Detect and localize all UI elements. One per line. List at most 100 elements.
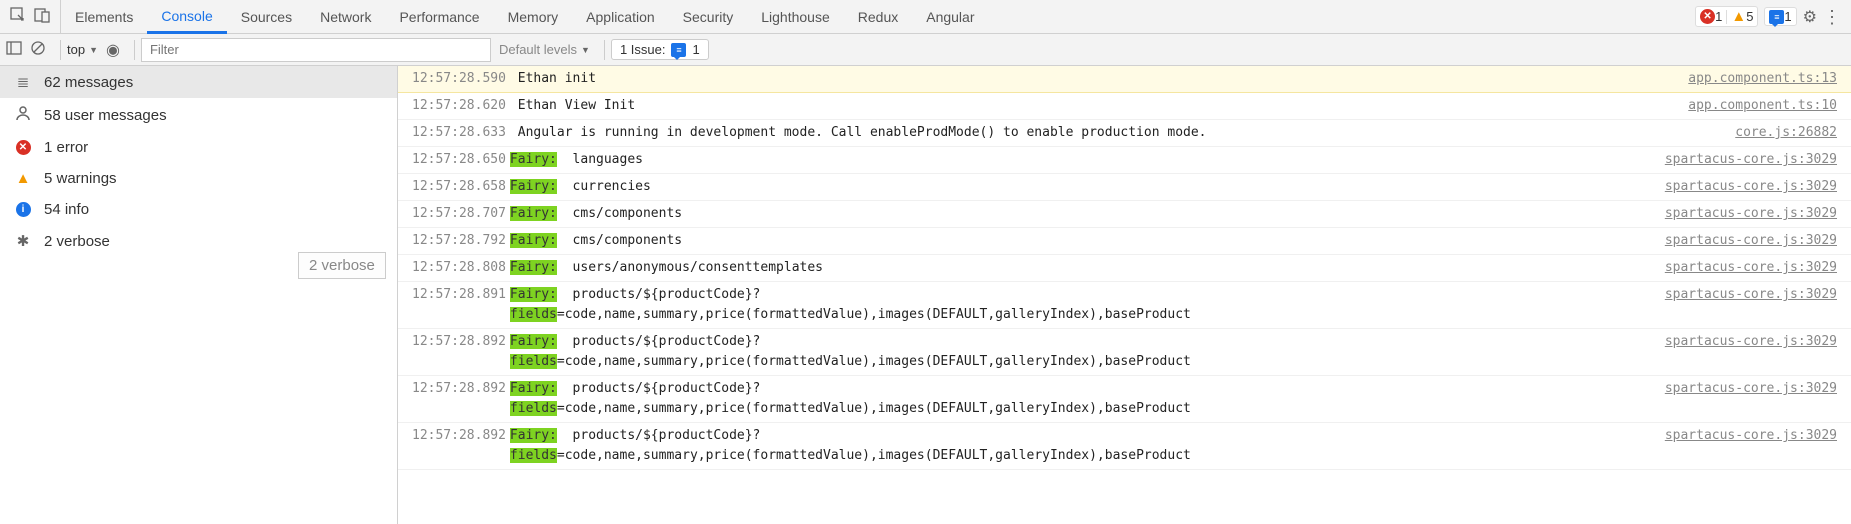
sidebar-toggle-icon[interactable] [6, 40, 22, 59]
log-message: currencies [557, 179, 651, 194]
log-row[interactable]: 12:57:28.620 Ethan View Initapp.componen… [398, 93, 1851, 120]
log-message: =code,name,summary,price(formattedValue)… [557, 401, 1191, 416]
log-message: Ethan init [510, 69, 596, 89]
log-row[interactable]: 12:57:28.650Fairy: languagesspartacus-co… [398, 147, 1851, 174]
log-row[interactable]: 12:57:28.892Fairy: products/${productCod… [398, 329, 1851, 376]
device-toggle-icon[interactable] [34, 7, 50, 26]
message-icon: ≡ [671, 43, 686, 57]
fairy-tag: Fairy: [510, 260, 557, 275]
log-source-link[interactable]: spartacus-core.js:3029 [1645, 379, 1837, 399]
circle-err: ✕ [14, 140, 32, 155]
log-source-link[interactable]: spartacus-core.js:3029 [1645, 177, 1837, 197]
warning-count: 5 [1746, 9, 1753, 24]
log-timestamp: 12:57:28.892 [412, 426, 506, 446]
tab-angular[interactable]: Angular [912, 0, 988, 33]
log-timestamp: 12:57:28.808 [412, 258, 506, 278]
log-timestamp: 12:57:28.707 [412, 204, 506, 224]
log-message: =code,name,summary,price(formattedValue)… [557, 448, 1191, 463]
log-row[interactable]: 12:57:28.658Fairy: currenciesspartacus-c… [398, 174, 1851, 201]
separator [604, 40, 605, 60]
fairy-tag: Fairy: [510, 287, 557, 302]
messages-badge[interactable]: ≡ 1 [1764, 7, 1796, 26]
error-warning-badge[interactable]: ✕ 1 ▲ 5 [1695, 6, 1758, 27]
topbar-left-icons [0, 0, 61, 33]
tab-lighthouse[interactable]: Lighthouse [747, 0, 844, 33]
log-message: Ethan View Init [510, 96, 635, 116]
log-source-link[interactable]: spartacus-core.js:3029 [1645, 285, 1837, 305]
tab-sources[interactable]: Sources [227, 0, 306, 33]
log-row[interactable]: 12:57:28.707Fairy: cms/componentsspartac… [398, 201, 1851, 228]
settings-icon[interactable]: ⚙ [1803, 7, 1817, 27]
log-source-link[interactable]: app.component.ts:10 [1668, 96, 1837, 116]
log-row[interactable]: 12:57:28.792 Fairy: cms/components spartac… [398, 228, 1851, 255]
fairy-tag: Fairy: [510, 233, 557, 248]
log-row[interactable]: 12:57:28.633 Angular is running in devel… [398, 120, 1851, 147]
issues-pill[interactable]: 1 Issue: ≡ 1 [611, 39, 709, 60]
log-source-link[interactable]: spartacus-core.js:3029 [1645, 332, 1837, 352]
fairy-fields: fields [510, 448, 557, 463]
clear-console-icon[interactable] [30, 40, 46, 59]
fairy-tag: Fairy: [510, 152, 557, 167]
log-source-link[interactable]: spartacus-core.js:3029 [1645, 204, 1837, 224]
warning-icon: ▲ [1731, 8, 1746, 25]
console-toolbar: top ▼ ◉ Default levels ▼ 1 Issue: ≡ 1 [0, 34, 1851, 66]
log-source-link[interactable]: app.component.ts:13 [1668, 69, 1837, 89]
sidebar-row-label: 1 error [44, 139, 88, 156]
bug: ✱ [14, 232, 32, 250]
filter-input[interactable] [141, 38, 491, 62]
tab-redux[interactable]: Redux [844, 0, 912, 33]
circle-info: i [14, 202, 32, 217]
log-message: cms/components [557, 233, 682, 248]
log-source-link[interactable]: spartacus-core.js:3029 [1645, 231, 1837, 251]
fairy-tag: Fairy: [510, 179, 557, 194]
log-row[interactable]: 12:57:28.590 Ethan init app.component.ts:… [398, 66, 1851, 93]
list-icon: ≣ [14, 73, 32, 91]
sidebar-row-label: 58 user messages [44, 107, 167, 124]
log-source-link[interactable]: core.js:26882 [1715, 123, 1837, 143]
log-source-link[interactable]: spartacus-core.js:3029 [1645, 150, 1837, 170]
log-row[interactable]: 12:57:28.808Fairy: users/anonymous/conse… [398, 255, 1851, 282]
levels-label: Default levels [499, 42, 577, 57]
messages-count: 1 [1784, 9, 1791, 24]
sidebar-row[interactable]: 58 user messages [0, 98, 397, 132]
fairy-tag: Fairy: [510, 428, 557, 443]
console-log-area[interactable]: 12:57:28.590 Ethan init app.component.ts:… [398, 66, 1851, 524]
tab-network[interactable]: Network [306, 0, 385, 33]
log-levels-selector[interactable]: Default levels ▼ [499, 42, 590, 57]
log-message: products/${productCode}? [557, 381, 761, 396]
log-message: cms/components [557, 206, 682, 221]
chevron-down-icon: ▼ [581, 45, 590, 55]
fairy-tag: Fairy: [510, 381, 557, 396]
chevron-down-icon: ▼ [89, 45, 98, 55]
log-row[interactable]: 12:57:28.892Fairy: products/${productCod… [398, 423, 1851, 470]
context-selector[interactable]: top ▼ [67, 42, 98, 57]
tab-security[interactable]: Security [669, 0, 748, 33]
log-source-link[interactable]: spartacus-core.js:3029 [1645, 426, 1837, 446]
tab-console[interactable]: Console [147, 0, 226, 34]
log-timestamp: 12:57:28.792 [412, 231, 506, 251]
log-row[interactable]: 12:57:28.891Fairy: products/${productCod… [398, 282, 1851, 329]
tab-memory[interactable]: Memory [494, 0, 573, 33]
sidebar-row[interactable]: ≣62 messages [0, 66, 397, 98]
issues-count: 1 [692, 42, 699, 57]
error-count: 1 [1715, 9, 1722, 24]
tab-application[interactable]: Application [572, 0, 669, 33]
log-timestamp: 12:57:28.650 [412, 150, 506, 170]
log-timestamp: 12:57:28.892 [412, 332, 506, 352]
tab-elements[interactable]: Elements [61, 0, 147, 33]
sidebar-row-label: 54 info [44, 201, 89, 218]
live-expression-icon[interactable]: ◉ [106, 40, 120, 60]
more-icon[interactable]: ⋮ [1823, 8, 1841, 26]
sidebar-row-label: 5 warnings [44, 170, 117, 187]
sidebar-row[interactable]: ▲5 warnings [0, 163, 397, 194]
inspect-icon[interactable] [10, 7, 26, 26]
sidebar-row[interactable]: i 54 info [0, 194, 397, 225]
log-timestamp: 12:57:28.590 [412, 69, 506, 89]
log-timestamp: 12:57:28.633 [412, 123, 506, 143]
sidebar-row[interactable]: ✕ 1 error [0, 132, 397, 163]
log-row[interactable]: 12:57:28.892Fairy: products/${productCod… [398, 376, 1851, 423]
log-message: Angular is running in development mode. … [510, 123, 1207, 143]
message-icon: ≡ [1769, 10, 1784, 24]
log-source-link[interactable]: spartacus-core.js:3029 [1645, 258, 1837, 278]
tab-performance[interactable]: Performance [385, 0, 493, 33]
